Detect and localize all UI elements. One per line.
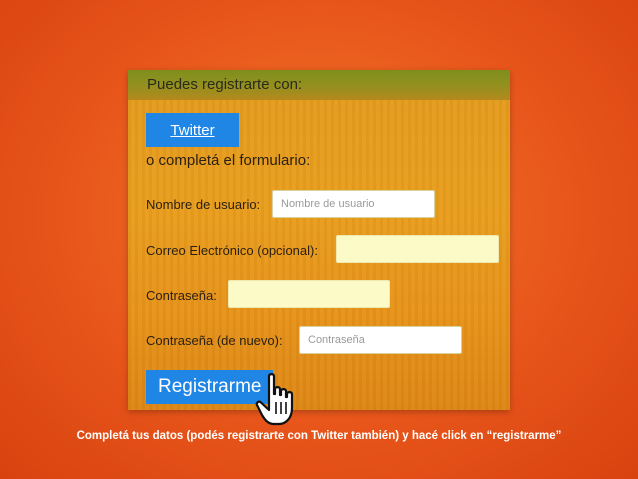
- slide-caption: Completá tus datos (podés registrarte co…: [76, 430, 562, 442]
- password-label: Contraseña:: [146, 288, 217, 303]
- password-input[interactable]: [228, 280, 390, 308]
- hand-pointer-cursor-icon: [255, 373, 294, 426]
- form-title: Puedes registrarte con:: [147, 76, 303, 93]
- slide: Puedes registrarte con: Twitter o comple…: [0, 0, 638, 479]
- registration-form-panel: Puedes registrarte con: Twitter o comple…: [128, 70, 510, 410]
- password-repeat-input[interactable]: [299, 326, 462, 354]
- username-label: Nombre de usuario:: [146, 197, 261, 212]
- email-input[interactable]: [336, 235, 499, 263]
- twitter-signup-button[interactable]: Twitter: [146, 113, 239, 147]
- register-button[interactable]: Registrarme: [146, 370, 273, 404]
- email-label: Correo Electrónico (opcional):: [146, 243, 318, 258]
- password-repeat-label: Contraseña (de nuevo):: [146, 333, 283, 348]
- username-input[interactable]: [272, 190, 435, 218]
- form-alternative-text: o completá el formulario:: [146, 152, 311, 169]
